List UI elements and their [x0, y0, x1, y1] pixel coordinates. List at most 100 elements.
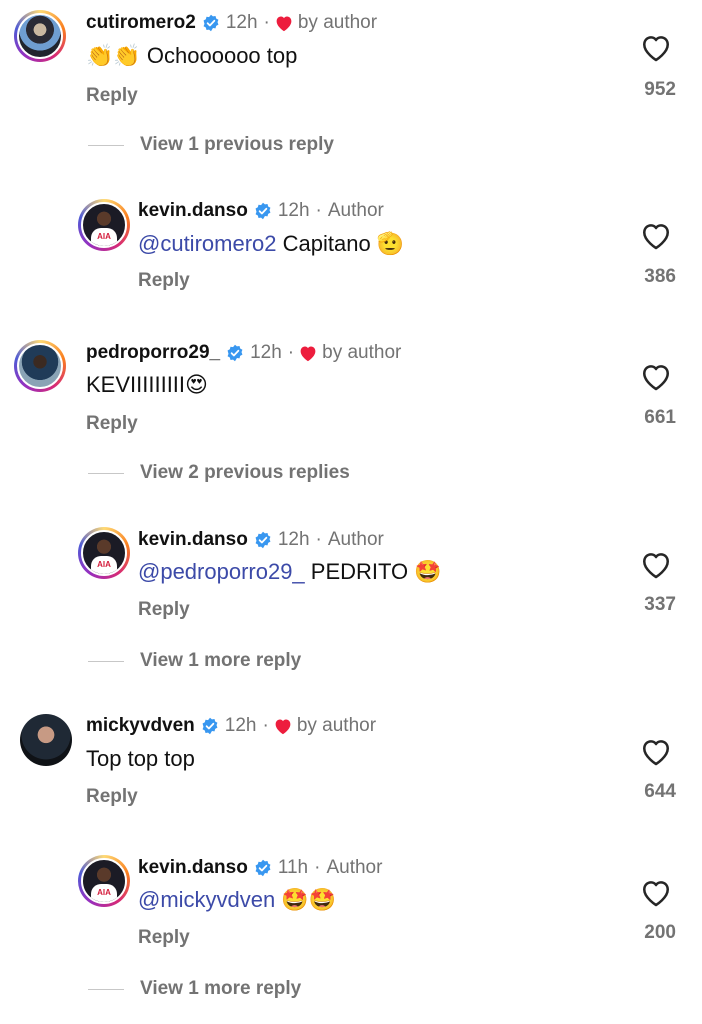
separator-dot: ·: [315, 200, 322, 221]
username[interactable]: mickyvdven: [86, 715, 195, 737]
view-replies-button[interactable]: View 1 more reply: [88, 650, 301, 672]
view-replies-label: View 1 previous reply: [140, 134, 334, 155]
avatar[interactable]: AIA: [78, 527, 130, 579]
like-count: 644: [644, 781, 676, 802]
separator-dot: ·: [263, 12, 270, 33]
comment-header: kevin.danso 12h · Author: [138, 529, 384, 551]
comment-header: mickyvdven 12h · by author: [86, 715, 376, 737]
heart-eyes-emoji: 😍: [185, 372, 208, 397]
username[interactable]: cutiromero2: [86, 12, 196, 34]
star-struck-emoji: 🤩: [414, 559, 442, 584]
reply-button[interactable]: Reply: [86, 413, 138, 435]
avatar-image: AIA: [81, 530, 127, 576]
verified-badge-icon: [254, 202, 272, 220]
mention-link[interactable]: @pedroporro29_: [138, 559, 305, 584]
like-count: 337: [644, 594, 676, 615]
verified-badge-icon: [201, 717, 219, 735]
comment-text: @pedroporro29_ PEDRITO 🤩: [138, 559, 442, 585]
timestamp: 12h: [250, 342, 282, 363]
view-replies-label: View 1 more reply: [140, 650, 302, 671]
author-tag: Author: [327, 529, 384, 550]
separator-dot: ·: [314, 857, 321, 878]
like-count: 200: [644, 922, 676, 943]
timestamp: 12h: [225, 12, 258, 33]
heart-filled-icon: [274, 14, 294, 32]
comment-text: 👏👏 Ochoooooo top: [86, 43, 297, 69]
timestamp: 12h: [277, 529, 310, 550]
comment-header: kevin.danso 12h · Author: [138, 200, 384, 222]
comment-text: KEVIIIIIIIII😍: [86, 372, 208, 398]
verified-badge-icon: [254, 859, 272, 877]
comment-body: Ochoooooo top: [140, 43, 298, 68]
divider-line: [88, 988, 124, 990]
username[interactable]: kevin.danso: [138, 857, 248, 879]
avatar-sponsor-mark: AIA: [97, 560, 111, 569]
timestamp: 12h: [277, 200, 310, 221]
avatar[interactable]: [14, 10, 66, 62]
comment-text: Top top top: [86, 746, 195, 772]
comment-header: pedroporro29_ 12h · by author: [86, 342, 401, 364]
reply-button[interactable]: Reply: [138, 927, 190, 949]
avatar[interactable]: AIA: [78, 855, 130, 907]
divider-line: [88, 660, 124, 662]
timestamp: 11h: [277, 857, 309, 878]
comment-body: Top top top: [86, 746, 195, 771]
liked-by-author-label: by author: [296, 715, 377, 736]
like-count: 661: [644, 407, 676, 428]
avatar-sponsor-mark: AIA: [97, 888, 111, 897]
username[interactable]: kevin.danso: [138, 529, 248, 551]
heart-filled-icon: [298, 344, 318, 362]
separator-dot: ·: [262, 715, 269, 736]
username[interactable]: kevin.danso: [138, 200, 248, 222]
comment-header: kevin.danso 11h · Author: [138, 857, 382, 879]
avatar-sponsor-mark: AIA: [97, 232, 111, 241]
reply-button[interactable]: Reply: [86, 85, 138, 107]
like-count: 952: [644, 79, 676, 100]
avatar[interactable]: [14, 340, 66, 392]
like-heart-icon[interactable]: [640, 878, 672, 908]
avatar-image: [20, 714, 72, 766]
view-replies-button[interactable]: View 1 more reply: [88, 978, 301, 1000]
username[interactable]: pedroporro29_: [86, 342, 220, 364]
verified-badge-icon: [254, 531, 272, 549]
like-heart-icon[interactable]: [640, 362, 672, 392]
separator-dot: ·: [315, 529, 322, 550]
reply-button[interactable]: Reply: [138, 599, 190, 621]
star-struck-emoji: 🤩🤩: [281, 887, 337, 912]
salute-emoji: 🫡: [376, 231, 405, 256]
avatar-image: [17, 343, 63, 389]
avatar[interactable]: AIA: [78, 199, 130, 251]
view-replies-label: View 1 more reply: [140, 978, 302, 999]
heart-filled-icon: [273, 717, 293, 735]
comment-text: @mickyvdven 🤩🤩: [138, 887, 336, 913]
like-heart-icon[interactable]: [640, 33, 672, 63]
liked-by-author-label: by author: [322, 342, 402, 363]
like-heart-icon[interactable]: [640, 550, 672, 580]
like-heart-icon[interactable]: [640, 737, 672, 767]
mention-link[interactable]: @cutiromero2: [138, 231, 277, 256]
author-tag: Author: [326, 857, 383, 878]
comment-header: cutiromero2 12h · by author: [86, 12, 377, 34]
author-tag: Author: [327, 200, 384, 221]
avatar-image: AIA: [81, 202, 127, 248]
avatar-image: AIA: [81, 858, 127, 904]
divider-line: [88, 144, 124, 146]
comment-body: Capitano: [276, 231, 377, 256]
like-heart-icon[interactable]: [640, 221, 672, 251]
like-count: 386: [644, 266, 676, 287]
comment-text: @cutiromero2 Capitano 🫡: [138, 231, 404, 257]
verified-badge-icon: [202, 14, 220, 32]
divider-line: [88, 472, 124, 474]
clap-emoji: 👏👏: [86, 43, 141, 68]
mention-link[interactable]: @mickyvdven: [138, 887, 275, 912]
comment-body: PEDRITO: [304, 559, 415, 584]
comment-body: KEVIIIIIIIII: [86, 372, 186, 397]
avatar[interactable]: [20, 714, 72, 766]
verified-badge-icon: [226, 344, 244, 362]
reply-button[interactable]: Reply: [138, 270, 190, 292]
liked-by-author-label: by author: [297, 12, 378, 33]
separator-dot: ·: [287, 342, 295, 363]
view-replies-button[interactable]: View 1 previous reply: [88, 134, 334, 156]
reply-button[interactable]: Reply: [86, 786, 138, 808]
view-replies-button[interactable]: View 2 previous replies: [88, 462, 350, 484]
